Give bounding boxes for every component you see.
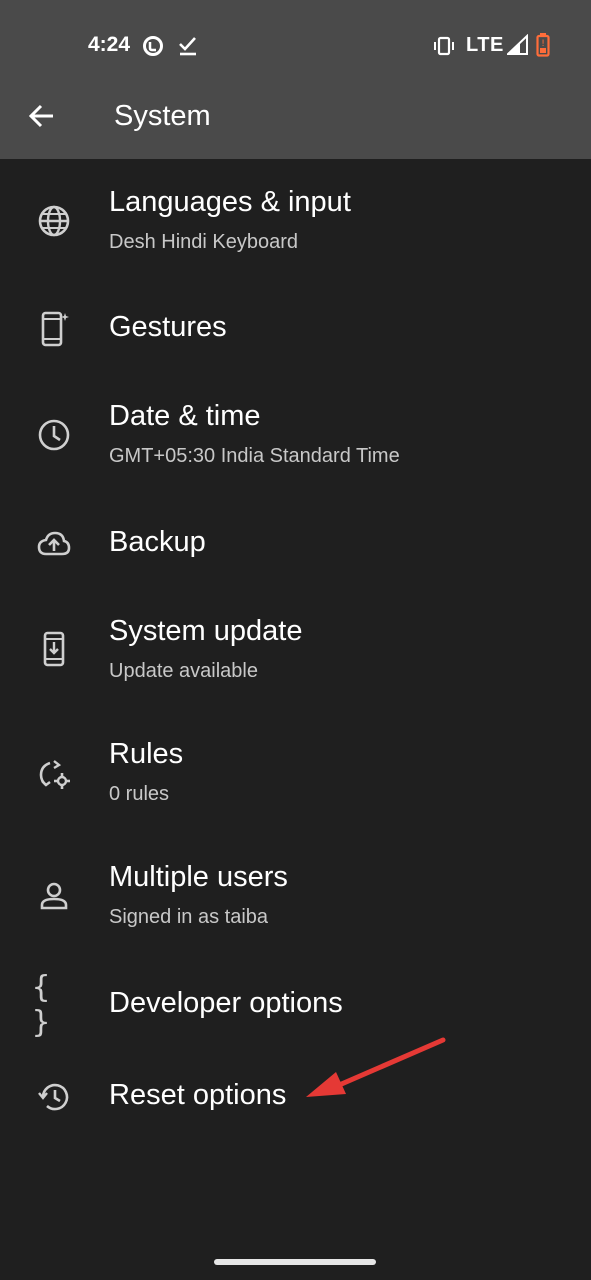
setting-date-time[interactable]: Date & time GMT+05:30 India Standard Tim…: [0, 395, 591, 483]
network-type: LTE: [466, 34, 504, 56]
globe-icon: [34, 201, 74, 241]
page-title: System: [114, 100, 211, 132]
setting-subtitle: Update available: [109, 660, 258, 682]
system-update-icon: [34, 630, 74, 670]
setting-title: Developer options: [109, 987, 343, 1019]
setting-languages-input[interactable]: Languages & input Desh Hindi Keyboard: [0, 181, 591, 269]
gesture-phone-icon: [34, 309, 74, 349]
svg-text:!: !: [541, 39, 545, 49]
setting-title: Backup: [109, 526, 206, 558]
setting-system-update[interactable]: System update Update available: [0, 610, 591, 698]
setting-title: Rules: [109, 738, 184, 770]
setting-gestures[interactable]: Gestures: [0, 297, 591, 361]
setting-developer-options[interactable]: { } Developer options: [0, 970, 591, 1040]
setting-title: System update: [109, 615, 303, 647]
setting-title: Reset options: [109, 1079, 287, 1111]
signal-icon: [505, 33, 529, 61]
setting-title: Gestures: [109, 311, 227, 343]
setting-subtitle: Desh Hindi Keyboard: [109, 231, 298, 253]
braces-icon: { }: [32, 970, 55, 1040]
check-icon: [177, 35, 199, 62]
history-icon: [34, 1077, 74, 1117]
status-bar: 4:24 LTE !: [0, 0, 591, 90]
vibrate-icon: [432, 35, 456, 62]
setting-subtitle: GMT+05:30 India Standard Time: [109, 445, 400, 467]
setting-title: Date & time: [109, 400, 261, 432]
setting-title: Multiple users: [109, 861, 288, 893]
app-bar: System: [0, 90, 591, 159]
setting-title: Languages & input: [109, 186, 351, 218]
setting-reset-options[interactable]: Reset options: [0, 1065, 591, 1129]
person-icon: [34, 876, 74, 916]
back-button[interactable]: [18, 94, 66, 142]
setting-subtitle: 0 rules: [109, 783, 170, 805]
sync-icon: [142, 35, 164, 62]
setting-rules[interactable]: Rules 0 rules: [0, 733, 591, 821]
clock-icon: [34, 415, 74, 455]
arrow-left-icon: [28, 102, 56, 135]
cloud-upload-icon: [34, 524, 74, 564]
battery-icon: !: [536, 33, 550, 62]
status-time: 4:24: [88, 33, 131, 56]
setting-multiple-users[interactable]: Multiple users Signed in as taiba: [0, 856, 591, 944]
setting-backup[interactable]: Backup: [0, 512, 591, 576]
annotation-arrow-icon: [300, 1034, 450, 1109]
top-bar: 4:24 LTE ! System: [0, 0, 591, 159]
settings-screen: 4:24 LTE ! System Languages & input Desh…: [0, 0, 591, 1280]
rules-icon: [34, 755, 74, 795]
navigation-handle[interactable]: [214, 1259, 376, 1265]
setting-subtitle: Signed in as taiba: [109, 906, 269, 928]
